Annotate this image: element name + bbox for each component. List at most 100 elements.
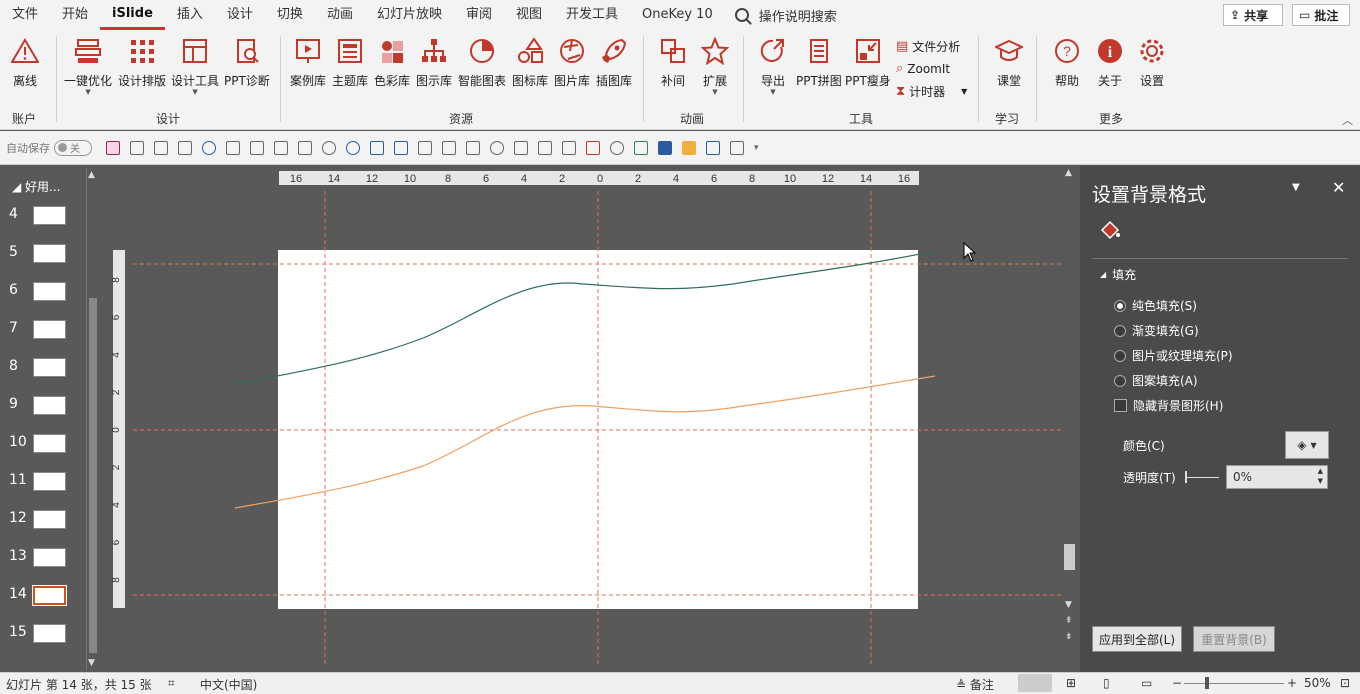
zoom-out-icon[interactable]: − (1172, 676, 1182, 690)
slide-thumbnail[interactable]: 8 (0, 356, 100, 394)
zoom-in-icon[interactable]: + (1287, 676, 1297, 690)
slide-thumbnail[interactable]: 6 (0, 280, 100, 318)
menu-insert[interactable]: 插入 (165, 0, 215, 30)
canvas-scrollbar[interactable]: ▲ ▼ ⇞ ⇟ (1062, 166, 1077, 672)
picture-library-button[interactable]: 图片库 (554, 36, 590, 89)
design-tools-button[interactable]: 设计工具 ▼ (171, 36, 219, 96)
reset-background-button[interactable]: 重置背景(B) (1193, 626, 1275, 652)
close-icon[interactable]: ✕ (1332, 178, 1345, 197)
radio-pattern-fill[interactable]: 图案填充(A) (1114, 372, 1198, 389)
flag-icon[interactable] (634, 140, 648, 155)
fit-slide-icon[interactable]: ⊡ (1340, 676, 1350, 690)
case-library-button[interactable]: 案例库 (290, 36, 326, 89)
normal-view-icon[interactable] (1018, 674, 1052, 692)
slide-thumbnail[interactable]: 9 (0, 394, 100, 432)
reading-view-icon[interactable]: ▯ (1103, 676, 1110, 690)
timer-button[interactable]: ⧗ 计时器 ▼ (896, 83, 967, 100)
extend-button[interactable]: 扩展 ▼ (700, 36, 730, 96)
fill-bucket-icon[interactable] (1098, 218, 1122, 242)
slideshow-icon[interactable]: ▭ (1141, 676, 1152, 690)
present-icon[interactable] (130, 140, 144, 155)
thumbnail-scrollbar[interactable]: ▲ ▼ (86, 168, 99, 670)
file-analysis-button[interactable]: ▤ 文件分析 (896, 38, 960, 55)
effects-icon[interactable] (610, 140, 624, 155)
transparency-input[interactable]: 0% ▲ ▼ (1226, 465, 1328, 489)
picture-icon[interactable] (394, 140, 408, 155)
customize-qat-icon[interactable]: ▾ (754, 143, 759, 153)
help-button[interactable]: ? 帮助 (1052, 36, 1082, 89)
print-icon[interactable] (442, 140, 456, 155)
slide-thumbnail[interactable]: 5 (0, 242, 100, 280)
search-box[interactable]: 操作说明搜索 (734, 6, 837, 25)
menu-developer[interactable]: 开发工具 (554, 0, 630, 30)
line-spacing-icon[interactable] (418, 140, 432, 155)
design-layout-button[interactable]: 设计排版 (118, 36, 166, 89)
fill-blue-icon[interactable] (658, 140, 672, 155)
menu-slideshow[interactable]: 幻灯片放映 (365, 0, 454, 30)
magic-wand-icon[interactable] (586, 140, 600, 155)
text-box-icon[interactable] (370, 140, 384, 155)
fill-section-header[interactable]: ◢ 填充 (1100, 266, 1136, 283)
offline-button[interactable]: 离线 (10, 36, 40, 89)
prev-slide-icon[interactable]: ⇞ (1065, 616, 1073, 626)
align-left-icon[interactable] (514, 140, 528, 155)
menu-design[interactable]: 设计 (215, 0, 265, 30)
smart-chart-button[interactable]: 智能图表 (458, 36, 506, 89)
icon-library-button[interactable]: 图标库 (512, 36, 548, 89)
crop-icon[interactable] (274, 140, 288, 155)
hide-background-checkbox[interactable]: 隐藏背景图形(H) (1114, 397, 1223, 414)
notes-button[interactable]: ≜ 备注 (956, 676, 994, 693)
radio-solid-fill[interactable]: 纯色填充(S) (1114, 297, 1197, 314)
autosave-toggle[interactable]: 关 (54, 139, 92, 156)
ungroup-icon[interactable] (178, 140, 192, 155)
zoom-slider[interactable] (1184, 683, 1284, 684)
about-button[interactable]: i 关于 (1095, 36, 1125, 89)
slide-thumbnail[interactable]: 7 (0, 318, 100, 356)
radio-picture-fill[interactable]: 图片或纹理填充(P) (1114, 347, 1233, 364)
distribute-v-icon[interactable] (226, 140, 240, 155)
slide-thumbnail[interactable]: 14 (0, 584, 100, 622)
diagram-library-button[interactable]: 图示库 (416, 36, 452, 89)
thumbnail-scroll-thumb[interactable] (89, 298, 97, 653)
menu-file[interactable]: 文件 (0, 0, 50, 30)
position-icon[interactable] (538, 140, 552, 155)
slide-thumbnail[interactable]: 15 (0, 622, 100, 660)
eyedropper-icon[interactable] (730, 140, 744, 155)
zoom-level[interactable]: 50% (1304, 676, 1331, 690)
accessibility-icon[interactable]: ⌗ (168, 676, 175, 691)
next-slide-icon[interactable]: ⇟ (1065, 632, 1073, 642)
comment-button[interactable]: ▭ 批注 (1292, 4, 1350, 26)
language-indicator[interactable]: 中文(中国) (200, 676, 257, 693)
slide-thumbnail[interactable]: 12 (0, 508, 100, 546)
group-objects-icon[interactable] (154, 140, 168, 155)
collapse-ribbon-icon[interactable]: ︿ (1342, 112, 1353, 128)
distribute-h-icon[interactable] (250, 140, 264, 155)
one-click-optimize-button[interactable]: 一键优化 ▼ (64, 36, 112, 96)
zoomit-button[interactable]: ⌕ ZoomIt (896, 61, 950, 76)
ppt-slim-button[interactable]: PPT瘦身 (845, 36, 891, 89)
share-button[interactable]: ⇪ 共享 (1223, 4, 1283, 26)
classroom-button[interactable]: 课堂 (994, 36, 1024, 89)
theme-library-button[interactable]: 主题库 (332, 36, 368, 89)
slide-thumbnail[interactable]: 10 (0, 432, 100, 470)
radio-gradient-fill[interactable]: 渐变填充(G) (1114, 322, 1199, 339)
transparency-slider[interactable] (1185, 477, 1219, 478)
slide-thumbnail[interactable]: 11 (0, 470, 100, 508)
settings-button[interactable]: 设置 (1137, 36, 1167, 89)
menu-review[interactable]: 审阅 (454, 0, 504, 30)
canvas-scroll-thumb[interactable] (1064, 544, 1075, 570)
menu-transitions[interactable]: 切换 (265, 0, 315, 30)
color-picker-button[interactable]: ◈ ▼ (1285, 431, 1329, 459)
tween-button[interactable]: 补间 (658, 36, 688, 89)
slide-thumbnail[interactable]: 13 (0, 546, 100, 584)
pane-options-icon[interactable]: ▼ (1292, 182, 1300, 193)
slide-sorter-icon[interactable]: ⊞ (1066, 676, 1076, 690)
format-painter-icon[interactable] (466, 140, 480, 155)
save-icon[interactable] (106, 140, 120, 155)
font-color-icon[interactable] (706, 140, 720, 155)
zoom-slider-thumb[interactable] (1205, 677, 1209, 689)
apply-to-all-button[interactable]: 应用到全部(L) (1092, 626, 1182, 652)
ppt-diagnose-button[interactable]: PPT诊断 (224, 36, 270, 89)
fill-orange-icon[interactable] (682, 140, 696, 155)
sun-icon[interactable] (490, 140, 504, 155)
